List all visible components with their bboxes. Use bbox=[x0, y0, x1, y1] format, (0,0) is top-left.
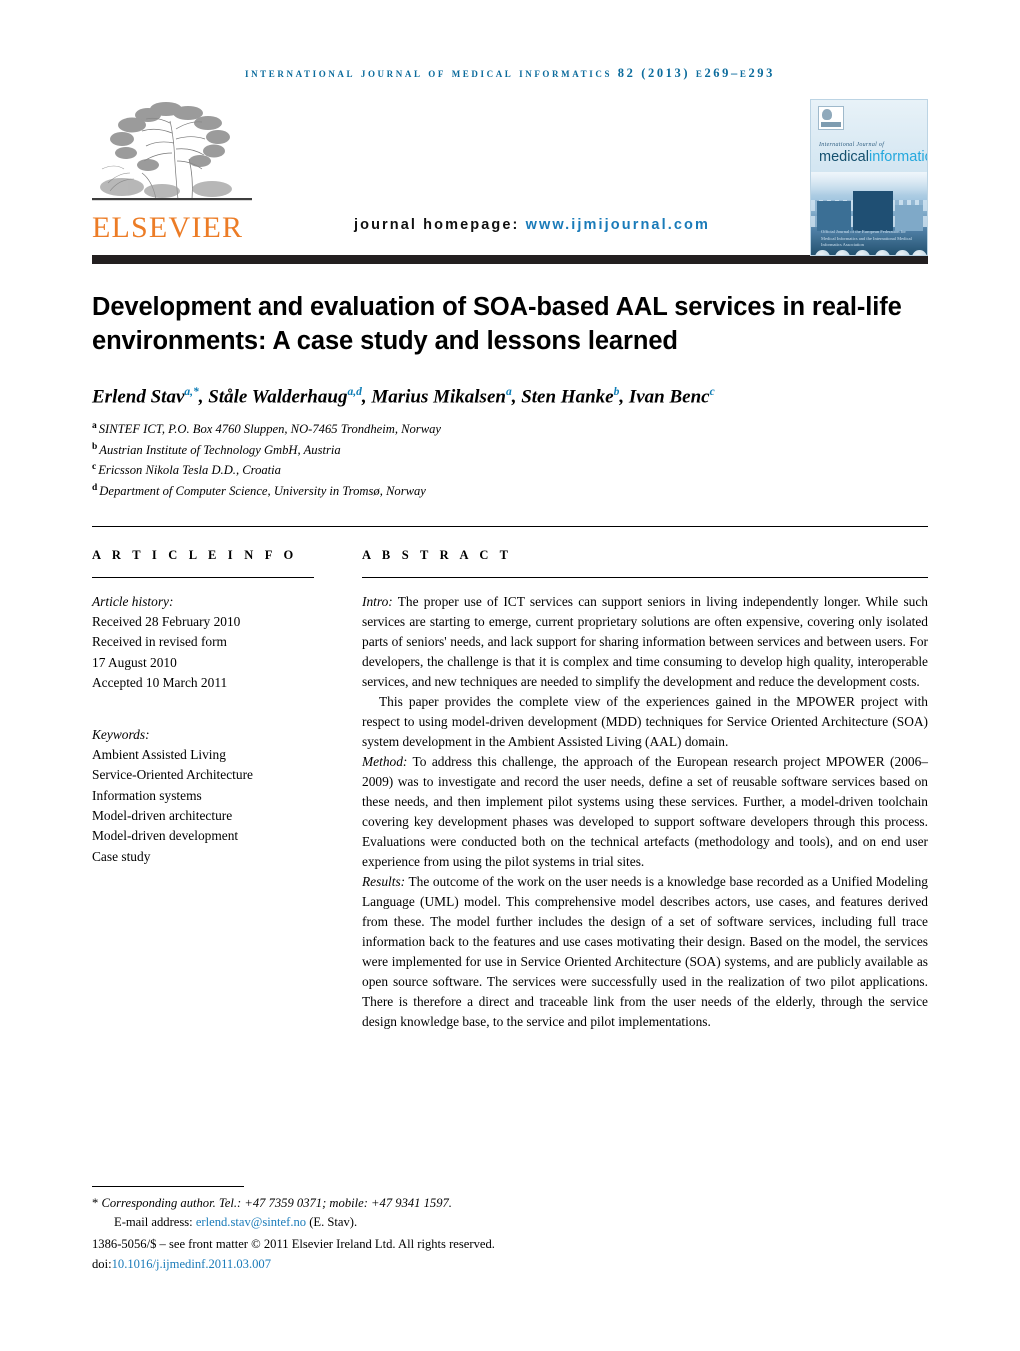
keyword-item: Model-driven architecture bbox=[92, 808, 233, 824]
cover-supertitle: International Journal of bbox=[819, 142, 885, 148]
cover-title-part2: informatics bbox=[868, 149, 927, 165]
affiliation-item: b Austrian Institute of Technology GmbH, … bbox=[92, 440, 928, 461]
elsevier-logo: ELSEVIER bbox=[92, 99, 252, 243]
abstract-body: Intro: The proper use of ICT services ca… bbox=[362, 592, 928, 1033]
affiliation-list: a SINTEF ICT, P.O. Box 4760 Sluppen, NO-7… bbox=[92, 419, 928, 501]
elsevier-tree-icon bbox=[92, 99, 252, 209]
author-name: Sten Hanke bbox=[521, 386, 614, 408]
affiliation-marker: c bbox=[92, 462, 97, 473]
affiliation-text: Austrian Institute of Technology GmbH, A… bbox=[99, 443, 341, 458]
affiliation-marker: b bbox=[92, 441, 98, 452]
doi-line: doi:10.1016/j.ijmedinf.2011.03.007 bbox=[92, 1255, 928, 1274]
affiliation-marker: d bbox=[92, 483, 98, 494]
cover-photo: Official Journal of the European Federat… bbox=[811, 172, 927, 255]
section-top-rule bbox=[92, 525, 928, 527]
page-title: Development and evaluation of SOA-based … bbox=[92, 293, 902, 356]
footnotes: * Corresponding author. Tel.: +47 7359 0… bbox=[92, 1186, 928, 1274]
email-suffix: (E. Stav). bbox=[309, 1214, 358, 1229]
corresponding-author-note: * Corresponding author. Tel.: +47 7359 0… bbox=[92, 1194, 928, 1213]
cover-caption: Official Journal of the European Federat… bbox=[821, 228, 912, 248]
article-history-item: Received in revised form bbox=[92, 634, 227, 650]
affiliation-item: c Ericsson Nikola Tesla D.D., Croatia bbox=[92, 460, 928, 481]
author-affiliation-marker: c bbox=[709, 386, 715, 399]
corresponding-marker: * bbox=[92, 1196, 99, 1210]
article-history-item: 17 August 2010 bbox=[92, 654, 177, 670]
article-history-item: Received 28 February 2010 bbox=[92, 614, 241, 630]
author-affiliation-marker: a bbox=[505, 386, 512, 399]
journal-homepage-link[interactable]: www.ijmijournal.com bbox=[526, 217, 710, 233]
cover-title: medicalinformatics bbox=[819, 149, 927, 165]
keyword-item: Ambient Assisted Living bbox=[92, 746, 226, 762]
keyword-item: Information systems bbox=[92, 787, 202, 803]
affiliation-item: a SINTEF ICT, P.O. Box 4760 Sluppen, NO-7… bbox=[92, 419, 928, 440]
author-affiliation-marker: b bbox=[613, 386, 620, 399]
footnote-divider bbox=[92, 1186, 244, 1187]
abstract-paragraph: This paper provides the complete view of… bbox=[362, 693, 928, 749]
author-name: Ståle Walderhaug bbox=[208, 386, 348, 408]
email-note: E-mail address: erlend.stav@sintef.no (E… bbox=[92, 1213, 928, 1232]
affiliation-text: Department of Computer Science, Universi… bbox=[99, 484, 426, 499]
copyright-line: 1386-5056/$ – see front matter © 2011 El… bbox=[92, 1236, 495, 1251]
article-info-rule bbox=[92, 576, 314, 578]
cover-title-part1: medical bbox=[819, 149, 869, 165]
abstract-paragraph: Intro: The proper use of ICT services ca… bbox=[362, 593, 928, 689]
email-link[interactable]: erlend.stav@sintef.no bbox=[196, 1215, 306, 1229]
keyword-item: Service-Oriented Architecture bbox=[92, 767, 253, 783]
abstract-run-in-label: Method: bbox=[362, 753, 408, 769]
keyword-items: Ambient Assisted Living Service-Oriented … bbox=[92, 745, 314, 867]
abstract-paragraph: Results: The outcome of the work on the … bbox=[362, 874, 928, 1030]
masthead-divider bbox=[92, 255, 928, 264]
author-name: Erlend Stav bbox=[92, 386, 185, 408]
abstract-heading: A B S T R A C T bbox=[362, 547, 513, 562]
cover-light-dots bbox=[811, 250, 927, 255]
keywords: Keywords: Ambient Assisted Living Service… bbox=[92, 725, 314, 868]
article-history-label: Article history: bbox=[92, 593, 174, 609]
journal-homepage: journal homepage: www.ijmijournal.com bbox=[354, 217, 710, 233]
keyword-item: Case study bbox=[92, 848, 151, 864]
keywords-label: Keywords: bbox=[92, 726, 150, 742]
author-affiliation-marker: a,* bbox=[184, 386, 199, 399]
running-head: international journal of medical informa… bbox=[244, 66, 776, 80]
cover-photo-blocks bbox=[817, 185, 923, 231]
author-name: Marius Mikalsen bbox=[371, 386, 506, 408]
abstract-paragraph: Method: To address this challenge, the a… bbox=[362, 753, 928, 870]
article-info-heading: A R T I C L E I N F O bbox=[92, 547, 298, 562]
cover-elsevier-icon bbox=[818, 106, 844, 130]
affiliation-item: d Department of Computer Science, Univers… bbox=[92, 481, 928, 502]
article-info-column: A R T I C L E I N F O Article history: R… bbox=[92, 548, 314, 1033]
abstract-run-in-label: Intro: bbox=[362, 593, 393, 609]
affiliation-marker: a bbox=[92, 421, 97, 432]
masthead: ELSEVIER journal homepage: www.ijmijourn… bbox=[92, 99, 928, 256]
journal-homepage-label: journal homepage: bbox=[354, 217, 520, 233]
doi-label: doi: bbox=[92, 1256, 112, 1271]
article-history-item: Accepted 10 March 2011 bbox=[92, 675, 228, 691]
abstract-run-in-label: Results: bbox=[362, 874, 406, 890]
affiliation-text: SINTEF ICT, P.O. Box 4760 Sluppen, NO-74… bbox=[98, 422, 441, 437]
email-label: E-mail address: bbox=[114, 1214, 193, 1229]
corresponding-text: Corresponding author. Tel.: +47 7359 037… bbox=[101, 1196, 452, 1210]
elsevier-wordmark: ELSEVIER bbox=[92, 211, 244, 244]
article-history-items: Received 28 February 2010 Received in rev… bbox=[92, 612, 314, 694]
article-history: Article history: Received 28 February 20… bbox=[92, 592, 314, 694]
paper-page: international journal of medical informa… bbox=[0, 0, 1020, 1351]
keyword-item: Model-driven development bbox=[92, 828, 239, 844]
abstract-rule bbox=[362, 576, 928, 578]
author-list: Erlend Stava,*, Ståle Walderhauga,d, Mar… bbox=[92, 386, 715, 408]
author-affiliation-marker: a,d bbox=[347, 386, 362, 399]
doi-link[interactable]: 10.1016/j.ijmedinf.2011.03.007 bbox=[112, 1257, 271, 1271]
info-abstract-columns: A R T I C L E I N F O Article history: R… bbox=[92, 548, 928, 1033]
author-name: Ivan Benc bbox=[628, 386, 710, 408]
abstract-column: A B S T R A C T Intro: The proper use of… bbox=[362, 548, 928, 1033]
journal-cover-thumbnail: International Journal of medicalinformat… bbox=[810, 99, 928, 256]
affiliation-text: Ericsson Nikola Tesla D.D., Croatia bbox=[98, 463, 281, 478]
